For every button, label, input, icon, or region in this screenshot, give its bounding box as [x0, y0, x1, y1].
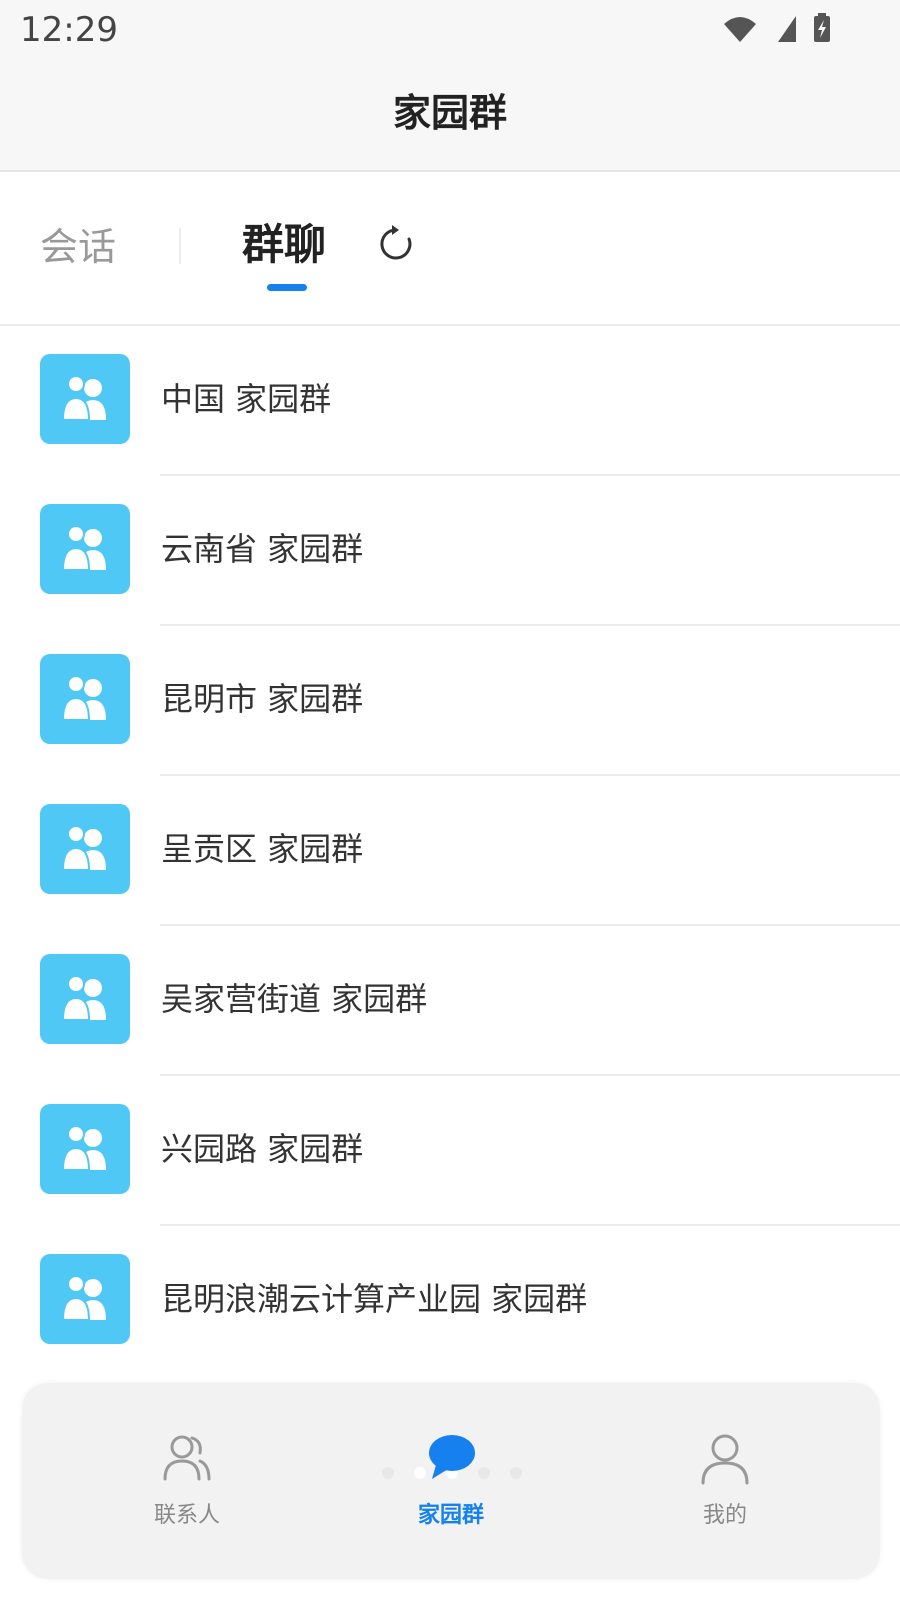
group-list-item[interactable]: 昆明浪潮云计算产业园 家园群 — [0, 1226, 900, 1376]
active-tab-indicator — [267, 284, 307, 291]
group-avatar — [40, 504, 130, 594]
nav-label-home-groups: 家园群 — [417, 1503, 484, 1528]
group-name: 兴园路 家园群 — [161, 1130, 364, 1168]
page-title: 家园群 — [392, 91, 507, 135]
tab-bar: 会话 群聊 — [0, 172, 900, 326]
group-name: 吴家营街道 家园群 — [161, 980, 428, 1018]
nav-home-groups[interactable]: 家园群 — [381, 1383, 521, 1579]
group-list: 中国 家园群 云南省 家园群 昆明市 家园群 呈贡区 家园群 吴家营街道 家园群… — [0, 326, 900, 1376]
group-people-icon — [62, 1125, 106, 1171]
group-list-item[interactable]: 呈贡区 家园群 — [0, 776, 900, 926]
refresh-icon[interactable] — [376, 224, 416, 264]
tab-conversations[interactable]: 会话 — [40, 222, 116, 272]
group-avatar — [40, 1104, 130, 1194]
nav-label-contacts: 联系人 — [153, 1503, 220, 1528]
app-header: 家园群 — [0, 62, 900, 172]
status-time: 12:29 — [20, 10, 118, 50]
group-people-icon — [62, 525, 106, 571]
group-name: 中国 家园群 — [161, 380, 332, 418]
nav-label-profile: 我的 — [702, 1503, 747, 1528]
group-people-icon — [62, 975, 106, 1021]
user-icon — [700, 1433, 750, 1485]
battery-icon — [814, 13, 830, 42]
group-list-item[interactable]: 昆明市 家园群 — [0, 626, 900, 776]
contacts-icon — [162, 1433, 212, 1485]
signal-icon — [778, 16, 796, 42]
tab-group-chats[interactable]: 群聊 — [242, 218, 326, 272]
group-name: 昆明市 家园群 — [161, 680, 364, 718]
group-avatar — [40, 954, 130, 1044]
group-people-icon — [62, 375, 106, 421]
wifi-icon — [724, 17, 756, 42]
group-name: 呈贡区 家园群 — [161, 830, 364, 868]
status-bar: 12:29 — [0, 0, 900, 62]
group-people-icon — [62, 825, 106, 871]
group-list-item[interactable]: 吴家营街道 家园群 — [0, 926, 900, 1076]
group-avatar — [40, 1254, 130, 1344]
group-list-item[interactable]: 中国 家园群 — [0, 326, 900, 476]
nav-contacts[interactable]: 联系人 — [117, 1383, 257, 1579]
group-list-item[interactable]: 兴园路 家园群 — [0, 1076, 900, 1226]
group-name: 昆明浪潮云计算产业园 家园群 — [161, 1280, 588, 1318]
group-avatar — [40, 804, 130, 894]
chat-bubble-icon — [426, 1433, 476, 1485]
group-name: 云南省 家园群 — [161, 530, 364, 568]
group-people-icon — [62, 1275, 106, 1321]
group-people-icon — [62, 675, 106, 721]
status-icons — [718, 10, 838, 50]
nav-profile[interactable]: 我的 — [655, 1383, 795, 1579]
bottom-nav: 联系人 家园群 我的 — [22, 1383, 880, 1579]
group-avatar — [40, 354, 130, 444]
group-avatar — [40, 654, 130, 744]
group-list-item[interactable]: 云南省 家园群 — [0, 476, 900, 626]
tab-divider — [179, 228, 181, 264]
